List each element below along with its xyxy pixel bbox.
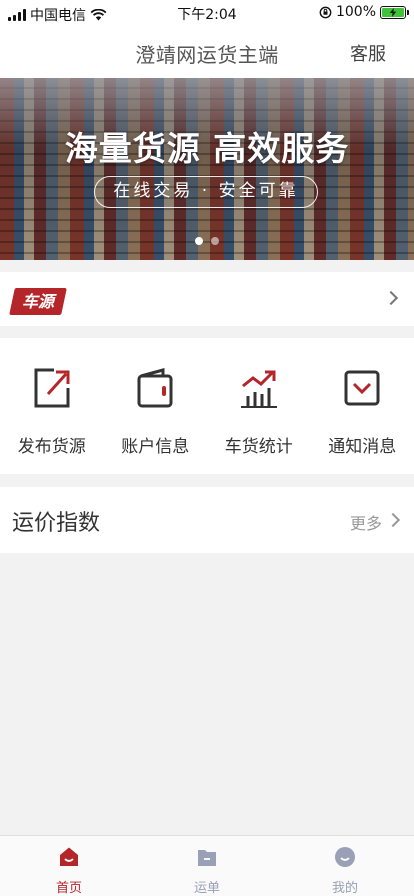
vehicle-source-row[interactable]: 车源	[0, 272, 414, 326]
battery-percent: 100%	[335, 4, 376, 20]
chevron-right-icon	[385, 512, 401, 528]
nav-bar: 澄靖网运货主端 客服	[0, 28, 414, 78]
tab-waybill[interactable]: 运单	[138, 836, 276, 896]
waybill-icon	[198, 850, 216, 866]
carousel-indicator	[0, 237, 414, 245]
menu-label-account: 账户信息	[121, 437, 190, 457]
chevron-right-icon	[383, 290, 399, 306]
menu-item-publish[interactable]: 发布货源	[0, 338, 104, 474]
menu-item-stats[interactable]: 车货统计	[207, 338, 311, 474]
home-icon	[60, 847, 78, 866]
menu-label-notification: 通知消息	[328, 437, 397, 457]
publish-icon	[34, 368, 70, 408]
tab-profile[interactable]: 我的	[276, 836, 414, 896]
tab-label-home: 首页	[55, 881, 82, 896]
carousel-dot-2[interactable]	[211, 237, 219, 245]
customer-service-button[interactable]: 客服	[350, 40, 386, 66]
stats-icon	[240, 370, 277, 408]
menu-label-publish: 发布货源	[17, 437, 86, 457]
vehicle-source-tag: 车源	[9, 288, 67, 315]
tab-label-waybill: 运单	[193, 881, 220, 896]
battery-icon	[380, 5, 409, 19]
banner-tagline: 在线交易 · 安全可靠	[94, 176, 318, 208]
freight-index-more-link[interactable]: 更多	[350, 510, 382, 534]
banner-carousel[interactable]: 海量货源 高效服务 在线交易 · 安全可靠	[0, 78, 414, 260]
notification-icon	[344, 370, 380, 406]
tab-label-profile: 我的	[331, 881, 358, 896]
wallet-icon	[137, 368, 173, 408]
tab-home[interactable]: 首页	[0, 836, 138, 896]
freight-index-title: 运价指数	[12, 511, 101, 536]
status-bar: 中国电信 下午2:04 100%	[0, 0, 414, 28]
menu-label-stats: 车货统计	[224, 437, 293, 457]
tab-bar: 首页 运单 我的	[0, 835, 414, 896]
freight-index-section: 运价指数 更多	[0, 487, 414, 553]
menu-item-account[interactable]: 账户信息	[104, 338, 208, 474]
quick-menu: 发布货源 账户信息 车货统计 通知消息	[0, 338, 414, 474]
banner-headline: 海量货源 高效服务	[64, 129, 350, 168]
menu-item-notification[interactable]: 通知消息	[311, 338, 414, 474]
status-right: 100%	[319, 4, 409, 20]
vehicle-source-label: 车源	[21, 292, 54, 311]
carousel-dot-1[interactable]	[195, 237, 203, 245]
orientation-lock-icon	[319, 6, 332, 18]
profile-icon	[335, 847, 355, 867]
